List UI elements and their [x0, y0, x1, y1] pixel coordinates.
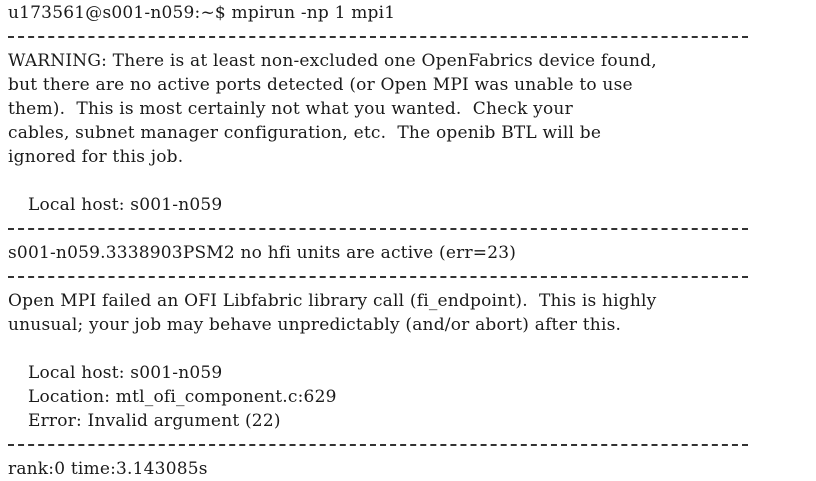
warning-local-host: Local host: s001-n059 [28, 195, 223, 215]
warning-text-line: WARNING: There is at least non-excluded … [8, 51, 657, 71]
command-prompt-line: u173561@s001-n059:~$ mpirun -np 1 mpi1 [8, 3, 396, 23]
separator-rule [8, 25, 816, 49]
ofi-error-detail: Error: Invalid argument (22) [28, 411, 281, 431]
ofi-error-text-line: Open MPI failed an OFI Libfabric library… [8, 291, 657, 311]
separator-rule [8, 217, 816, 241]
psm2-error-line: s001-n059.3338903PSM2 no hfi units are a… [8, 243, 517, 263]
terminal-output[interactable]: u173561@s001-n059:~$ mpirun -np 1 mpi1 W… [0, 0, 816, 481]
ofi-local-host: Local host: s001-n059 [28, 363, 223, 383]
warning-text-line: but there are no active ports detected (… [8, 75, 633, 95]
separator-rule [8, 433, 816, 457]
warning-text-line: ignored for this job. [8, 147, 184, 167]
ofi-error-text-line: unusual; your job may behave unpredictab… [8, 315, 622, 335]
warning-text-line: cables, subnet manager configuration, et… [8, 123, 602, 143]
warning-text-line: them). This is most certainly not what y… [8, 99, 573, 119]
result-line: rank:0 time:3.143085s [8, 459, 208, 479]
ofi-location: Location: mtl_ofi_component.c:629 [28, 387, 337, 407]
separator-rule [8, 265, 816, 289]
